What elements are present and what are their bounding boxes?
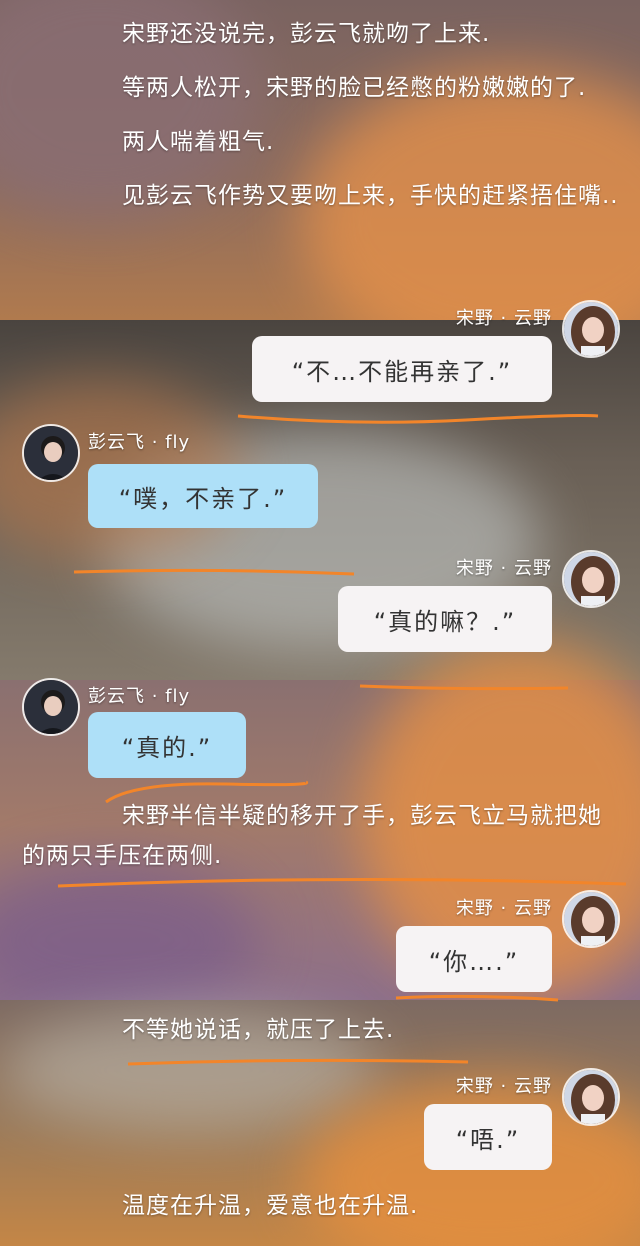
username-pengyunfei-2: 彭云飞 · fly [88, 686, 191, 707]
narration-2: 等两人松开，宋野的脸已经憋的粉嫩嫩的了. [122, 75, 587, 101]
username-songye-3: 宋野 · 云野 [455, 898, 552, 919]
narration-4: 见彭云飞作势又要吻上来，手快的赶紧捂住嘴.. [122, 183, 619, 209]
message-bubble-1: “不…不能再亲了.” [252, 336, 552, 402]
avatar-songye-icon-2[interactable] [562, 550, 620, 608]
underline-5 [57, 877, 627, 888]
underline-2 [73, 568, 355, 576]
narration-top: 宋野还没说完，彭云飞就吻了上来. 等两人松开，宋野的脸已经憋的粉嫩嫩的了. 两人… [22, 14, 622, 230]
narration-3: 两人喘着粗气. [122, 129, 275, 155]
message-bubble-6: “唔.” [424, 1104, 552, 1170]
underline-1 [237, 414, 599, 424]
underline-3 [359, 684, 569, 691]
avatar-songye-icon-3[interactable] [562, 890, 620, 948]
narration-5: 宋野半信半疑的移开了手，彭云飞立马就把她的两只手压在两侧. [22, 803, 602, 869]
username-songye-2: 宋野 · 云野 [455, 558, 552, 579]
message-bubble-2: “噗，不亲了.” [88, 464, 318, 528]
narration-7: 温度在升温，爱意也在升温. [122, 1193, 419, 1219]
avatar-songye-icon-4[interactable] [562, 1068, 620, 1126]
username-songye-4: 宋野 · 云野 [455, 1076, 552, 1097]
narration-bottom: 温度在升温，爱意也在升温. [22, 1186, 622, 1240]
avatar-songye-icon[interactable] [562, 300, 620, 358]
message-bubble-5: “你….” [396, 926, 552, 992]
message-bubble-4: “真的.” [88, 712, 246, 778]
narration-6: 不等她说话，就压了上去. [122, 1017, 395, 1043]
underline-6 [395, 994, 559, 1002]
message-bubble-3: “真的嘛？.” [338, 586, 552, 652]
username-pengyunfei: 彭云飞 · fly [88, 432, 191, 453]
underline-7 [127, 1058, 469, 1066]
avatar-pengyunfei-icon[interactable] [22, 424, 80, 482]
narration-1: 宋野还没说完，彭云飞就吻了上来. [122, 21, 491, 47]
username-songye: 宋野 · 云野 [455, 308, 552, 329]
avatar-pengyunfei-icon-2[interactable] [22, 678, 80, 736]
